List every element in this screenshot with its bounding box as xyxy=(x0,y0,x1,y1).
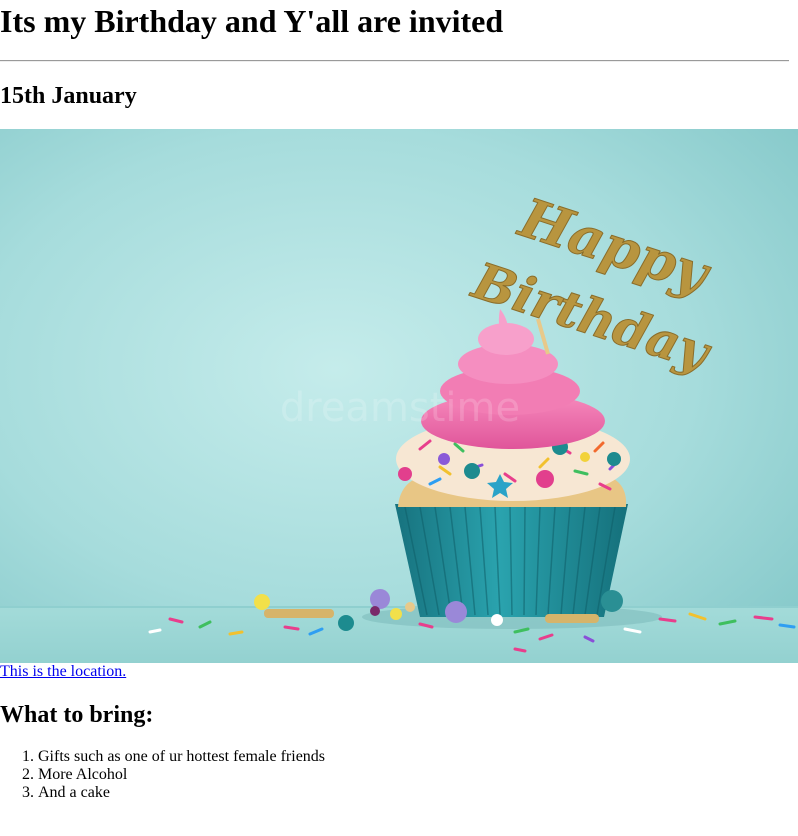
list-item: More Alcohol xyxy=(38,766,325,784)
watermark: dreamstime xyxy=(280,385,520,431)
divider xyxy=(0,60,789,62)
page-title: Its my Birthday and Y'all are invited xyxy=(0,3,504,39)
what-to-bring-heading: What to bring: xyxy=(0,702,154,728)
bring-list: Gifts such as one of ur hottest female f… xyxy=(0,748,325,802)
event-date: 15th January xyxy=(0,83,137,109)
list-item: And a cake xyxy=(38,784,325,802)
location-link[interactable]: This is the location. xyxy=(0,663,126,681)
cupcake-wrapper xyxy=(395,504,628,617)
list-item: Gifts such as one of ur hottest female f… xyxy=(38,748,325,766)
birthday-cupcake-image: Happy Birthday dreamstime xyxy=(0,129,798,663)
